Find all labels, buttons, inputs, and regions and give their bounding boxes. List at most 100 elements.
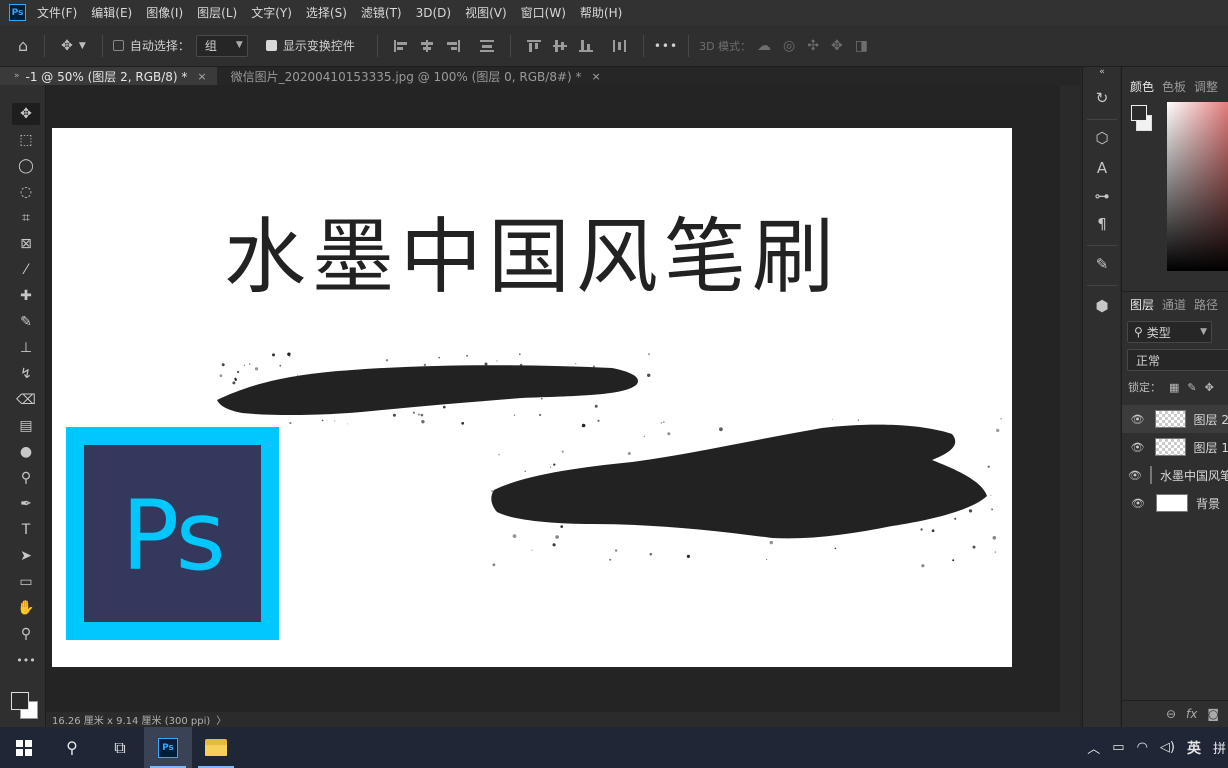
document-canvas[interactable]: 水墨中国风笔刷 Ps (52, 128, 1012, 667)
lock-position-icon[interactable]: ✥ (1205, 381, 1214, 394)
align-hcenter-icon[interactable] (420, 39, 434, 52)
auto-select-checkbox[interactable] (112, 40, 124, 51)
lock-pixels-icon[interactable]: ✎ (1187, 381, 1196, 394)
healing-brush-tool-icon[interactable]: ✚ (12, 285, 40, 307)
tab-paths[interactable]: 路径 (1194, 296, 1218, 313)
eyedropper-tool-icon[interactable]: ⁄ (12, 259, 40, 281)
move-tool-icon[interactable]: ✥ (12, 103, 40, 125)
collapse-arrows-icon[interactable]: « (1083, 67, 1121, 77)
lock-transparency-icon[interactable]: ▦ (1169, 381, 1179, 394)
home-icon[interactable]: ⌂ (18, 36, 28, 55)
eye-visibility-icon[interactable]: 👁 (1128, 469, 1142, 482)
menu-filter[interactable]: 滤镜(T) (361, 4, 402, 21)
layer-effects-button[interactable]: fx (1186, 707, 1197, 721)
eraser-tool-icon[interactable]: ⌫ (12, 389, 40, 411)
layer-mask-icon[interactable]: ◙ (1207, 707, 1219, 721)
distribute-horizontal-icon[interactable] (612, 39, 627, 52)
blend-mode-dropdown[interactable]: 正常 (1127, 349, 1228, 371)
tab-adjustments[interactable]: 调整 (1194, 78, 1218, 95)
brush-tool-icon[interactable]: ✎ (12, 311, 40, 333)
wifi-icon[interactable]: ◠ (1137, 740, 1148, 755)
input-method-indicator[interactable]: 英 (1187, 738, 1201, 758)
close-icon[interactable]: × (592, 70, 601, 83)
show-transform-checkbox[interactable] (265, 40, 277, 51)
taskbar-file-explorer[interactable] (192, 727, 240, 768)
input-method-mode[interactable]: 拼 (1213, 738, 1226, 757)
menu-type[interactable]: 文字(Y) (251, 4, 292, 21)
crop-tool-icon[interactable]: ⌗ (12, 207, 40, 229)
dodge-tool-icon[interactable]: ⚲ (12, 467, 40, 489)
eye-visibility-icon[interactable]: 👁 (1128, 441, 1147, 454)
menu-image[interactable]: 图像(I) (146, 4, 183, 21)
marquee-tool-icon[interactable]: ⬚ (12, 129, 40, 151)
tab-document-1[interactable]: » -1 @ 50% (图层 2, RGB/8) * × (0, 67, 217, 85)
tab-channels[interactable]: 通道 (1162, 296, 1186, 313)
3d-slide-icon[interactable]: ✥ (831, 38, 843, 54)
color-swatches[interactable] (10, 689, 40, 721)
history-brush-tool-icon[interactable]: ↯ (12, 363, 40, 385)
document-size-readout[interactable]: 16.26 厘米 x 9.14 厘米 (300 ppi) (52, 712, 210, 727)
lasso-tool-icon[interactable]: ◯ (12, 155, 40, 177)
blur-tool-icon[interactable]: ● (12, 441, 40, 463)
clone-stamp-tool-icon[interactable]: ⊥ (12, 337, 40, 359)
layer-row[interactable]: 👁 背景 (1122, 489, 1228, 517)
status-menu-arrow-icon[interactable]: 〉 (216, 712, 226, 727)
vertical-scrollbar[interactable] (1060, 85, 1080, 712)
align-top-icon[interactable] (526, 39, 541, 52)
character-panel-icon[interactable]: A (1083, 159, 1121, 177)
adjustments-panel-icon[interactable]: ⊶ (1083, 187, 1121, 205)
3d-panel-icon[interactable]: ⬡ (1083, 129, 1121, 147)
frame-tool-icon[interactable]: ⊠ (12, 233, 40, 255)
pen-tool-icon[interactable]: ✒ (12, 493, 40, 515)
zoom-tool-icon[interactable]: ⚲ (12, 623, 40, 645)
move-tool-preset-icon[interactable]: ✥ (61, 38, 73, 54)
more-options-button[interactable]: ••• (654, 39, 678, 53)
path-select-tool-icon[interactable]: ➤ (12, 545, 40, 567)
battery-icon[interactable]: ▭ (1112, 740, 1124, 755)
tab-color[interactable]: 颜色 (1130, 78, 1154, 95)
search-button[interactable]: ⚲ (48, 727, 96, 768)
taskbar-photoshop[interactable]: Ps (144, 727, 192, 768)
color-field[interactable] (1167, 102, 1228, 271)
menu-help[interactable]: 帮助(H) (580, 4, 622, 21)
3d-roll-icon[interactable]: ◎ (783, 38, 795, 54)
cube-icon[interactable]: ⬢ (1083, 297, 1121, 315)
3d-camera-icon[interactable]: ◨ (855, 38, 868, 54)
menu-file[interactable]: 文件(F) (37, 4, 77, 21)
close-icon[interactable]: × (197, 70, 206, 83)
tab-swatches[interactable]: 色板 (1162, 78, 1186, 95)
collapse-arrows-icon[interactable]: » (14, 71, 20, 81)
distribute-vertical-icon[interactable] (479, 39, 494, 52)
align-left-icon[interactable] (393, 39, 408, 52)
layer-row[interactable]: 👁 图层 1 (1122, 433, 1228, 461)
chevron-up-icon[interactable]: ︿ (1087, 738, 1100, 757)
align-bottom-icon[interactable] (578, 39, 593, 52)
canvas-workspace[interactable]: 水墨中国风笔刷 Ps (46, 85, 1080, 712)
eye-visibility-icon[interactable]: 👁 (1128, 413, 1147, 426)
menu-layer[interactable]: 图层(L) (197, 4, 237, 21)
menu-edit[interactable]: 编辑(E) (91, 4, 132, 21)
hand-tool-icon[interactable]: ✋ (12, 597, 40, 619)
quick-select-tool-icon[interactable]: ◌ (12, 181, 40, 203)
menu-view[interactable]: 视图(V) (465, 4, 507, 21)
auto-select-target-dropdown[interactable]: 组 ▼ (195, 34, 248, 57)
3d-orbit-icon[interactable]: ☁ (757, 38, 771, 54)
task-view-button[interactable]: ⧉ (96, 727, 144, 768)
align-right-icon[interactable] (446, 39, 460, 52)
type-tool-icon[interactable]: T (12, 519, 40, 541)
menu-3d[interactable]: 3D(D) (416, 6, 451, 20)
tab-document-2[interactable]: 微信图片_20200410153335.jpg @ 100% (图层 0, RG… (217, 67, 611, 85)
layer-filter-dropdown[interactable]: ⚲ 类型 ▼ (1127, 321, 1212, 343)
start-button[interactable] (0, 727, 48, 768)
menu-select[interactable]: 选择(S) (306, 4, 347, 21)
tab-layers[interactable]: 图层 (1130, 296, 1154, 313)
chevron-down-icon[interactable]: ▼ (79, 41, 86, 51)
rectangle-tool-icon[interactable]: ▭ (12, 571, 40, 593)
layer-row[interactable]: 👁 图层 2 (1122, 405, 1228, 433)
gradient-tool-icon[interactable]: ▤ (12, 415, 40, 437)
paragraph-panel-icon[interactable]: ¶ (1083, 215, 1121, 233)
more-tools-icon[interactable]: ••• (12, 649, 40, 671)
history-panel-icon[interactable]: ↻ (1083, 89, 1121, 107)
menu-window[interactable]: 窗口(W) (521, 4, 566, 21)
3d-drag-icon[interactable]: ✣ (807, 38, 819, 54)
